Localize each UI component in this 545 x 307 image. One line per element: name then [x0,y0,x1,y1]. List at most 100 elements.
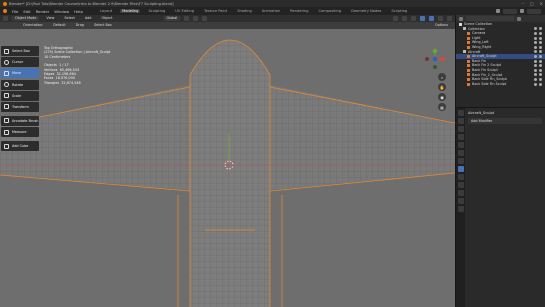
camera-icon[interactable] [539,64,542,68]
data-tab-icon[interactable] [457,198,464,204]
camera-icon[interactable] [539,73,542,77]
camera-icon[interactable]: ◼ [438,93,446,101]
tool-transform[interactable]: Transform [1,101,39,112]
camera-icon[interactable] [539,41,542,45]
outliner-row[interactable]: Back Side Fin Sculpt [456,82,545,87]
eye-icon[interactable] [534,77,537,81]
scene-tab-icon[interactable] [457,142,464,148]
camera-icon[interactable] [539,68,542,72]
view-menu[interactable]: View [43,16,57,21]
visibility-icon[interactable] [393,16,398,21]
tool-select-box[interactable]: Select Box [1,46,39,56]
eye-icon[interactable] [534,36,537,40]
material-shading-icon[interactable] [438,16,443,21]
filter-icon[interactable] [517,16,521,21]
options-menu[interactable]: Options [431,23,451,28]
tool-rotate[interactable]: Rotate [1,79,39,90]
tool-tab-icon[interactable] [457,110,464,116]
drag-selector[interactable]: Select Box [90,23,115,28]
camera-icon[interactable] [539,54,542,58]
view-layer-selector[interactable] [527,8,541,14]
rendered-shading-icon[interactable] [447,16,452,21]
z-axis-icon[interactable] [432,56,438,62]
camera-icon[interactable] [539,50,542,54]
tab-texture-paint[interactable]: Texture Paint [202,9,229,13]
navigation-gizmo[interactable] [424,48,446,70]
camera-icon[interactable] [539,45,542,49]
tab-layout[interactable]: Layout [98,9,114,13]
add-modifier-button[interactable]: Add Modifier [468,118,542,124]
eye-icon[interactable] [534,73,537,77]
menu-help[interactable]: Help [74,9,83,14]
output-tab-icon[interactable] [457,126,464,132]
object-tab-icon[interactable] [457,158,464,164]
tab-uv-editing[interactable]: UV Editing [173,9,196,13]
constraints-tab-icon[interactable] [457,190,464,196]
neg-y-axis-icon[interactable] [433,65,437,69]
select-menu[interactable]: Select [61,16,77,21]
camera-icon[interactable] [539,77,542,81]
3d-viewport[interactable]: Object Mode View Select Add Object Globa… [0,15,455,307]
view-layer-tab-icon[interactable] [457,134,464,140]
eye-icon[interactable] [534,41,537,45]
eye-icon[interactable] [534,64,537,68]
particles-tab-icon[interactable] [457,174,464,180]
tab-geometry-nodes[interactable]: Geometry Nodes [349,9,383,13]
tab-scripting[interactable]: Scripting [389,9,409,13]
render-tab-icon[interactable] [457,118,464,124]
object-menu[interactable]: Object [98,16,115,21]
camera-icon[interactable] [539,59,542,63]
physics-tab-icon[interactable] [457,182,464,188]
camera-icon[interactable] [539,31,542,35]
gizmo-icon[interactable] [402,16,407,21]
tab-shading[interactable]: Shading [235,9,254,13]
proportional-edit-icon[interactable] [202,16,208,21]
outliner-icon[interactable] [459,16,463,21]
tab-modeling[interactable]: Modeling [120,9,141,13]
blender-menu-icon[interactable] [3,9,7,13]
tool-cursor[interactable]: Cursor [1,57,39,68]
solid-shading-icon[interactable] [429,16,434,21]
pan-hand-icon[interactable]: ✋ [438,83,446,91]
eye-icon[interactable] [534,27,537,31]
mode-selector[interactable]: Object Mode [12,16,40,21]
maximize-icon[interactable]: □ [530,1,534,6]
camera-icon[interactable] [539,36,542,40]
minimize-icon[interactable]: – [522,1,524,6]
camera-icon[interactable] [539,27,542,31]
pivot-icon[interactable] [184,16,190,21]
eye-icon[interactable] [534,54,537,58]
tool-add-cube[interactable]: Add Cube [1,141,39,152]
outliner-search-input[interactable] [466,16,514,21]
tool-scale[interactable]: Scale [1,90,39,101]
neg-x-axis-icon[interactable] [425,57,429,61]
snap-icon[interactable] [193,16,199,21]
eye-icon[interactable] [534,31,537,35]
tool-measure[interactable]: Measure [1,127,39,138]
y-axis-icon[interactable] [432,48,438,54]
tab-compositing[interactable]: Compositing [317,9,344,13]
menu-render[interactable]: Render [36,9,50,14]
tool-move[interactable]: Move [1,68,39,79]
tab-animation[interactable]: Animation [260,9,282,13]
overlay-icon[interactable] [411,16,416,21]
menu-file[interactable]: File [12,9,18,14]
eye-icon[interactable] [534,59,537,63]
menu-window[interactable]: Window [54,9,69,14]
editor-type-icon[interactable] [3,16,8,21]
modifier-tab-icon[interactable] [457,166,464,172]
zoom-icon[interactable]: ⌕ [438,73,446,81]
tool-annotate[interactable]: Annotate Brush [1,115,39,126]
x-axis-icon[interactable] [440,56,446,62]
xray-icon[interactable] [420,16,425,21]
eye-icon[interactable] [534,68,537,72]
orientation-selector[interactable]: Default [50,23,69,28]
eye-icon[interactable] [534,45,537,49]
tab-rendering[interactable]: Rendering [288,9,310,13]
transform-orientation[interactable]: Global [163,16,181,21]
tab-sculpting[interactable]: Sculpting [146,9,167,13]
menu-edit[interactable]: Edit [23,9,30,14]
close-icon[interactable]: ✕ [540,1,543,6]
scene-selector[interactable] [503,8,517,14]
eye-icon[interactable] [534,82,537,86]
